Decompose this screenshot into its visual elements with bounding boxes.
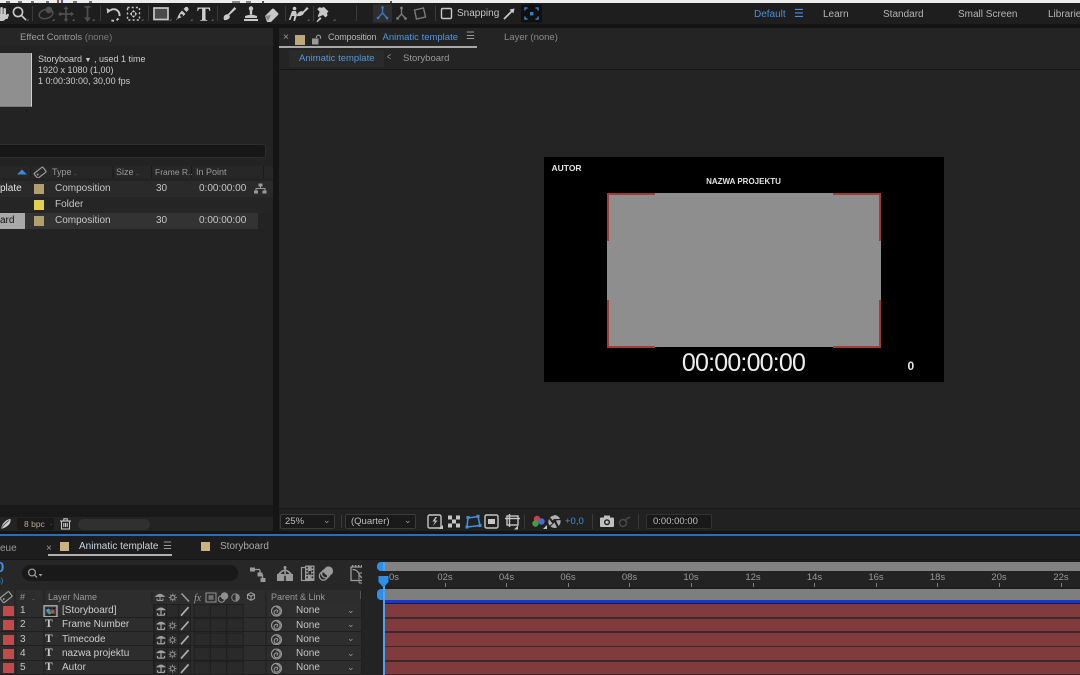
svg-text:fx: fx <box>194 593 202 604</box>
